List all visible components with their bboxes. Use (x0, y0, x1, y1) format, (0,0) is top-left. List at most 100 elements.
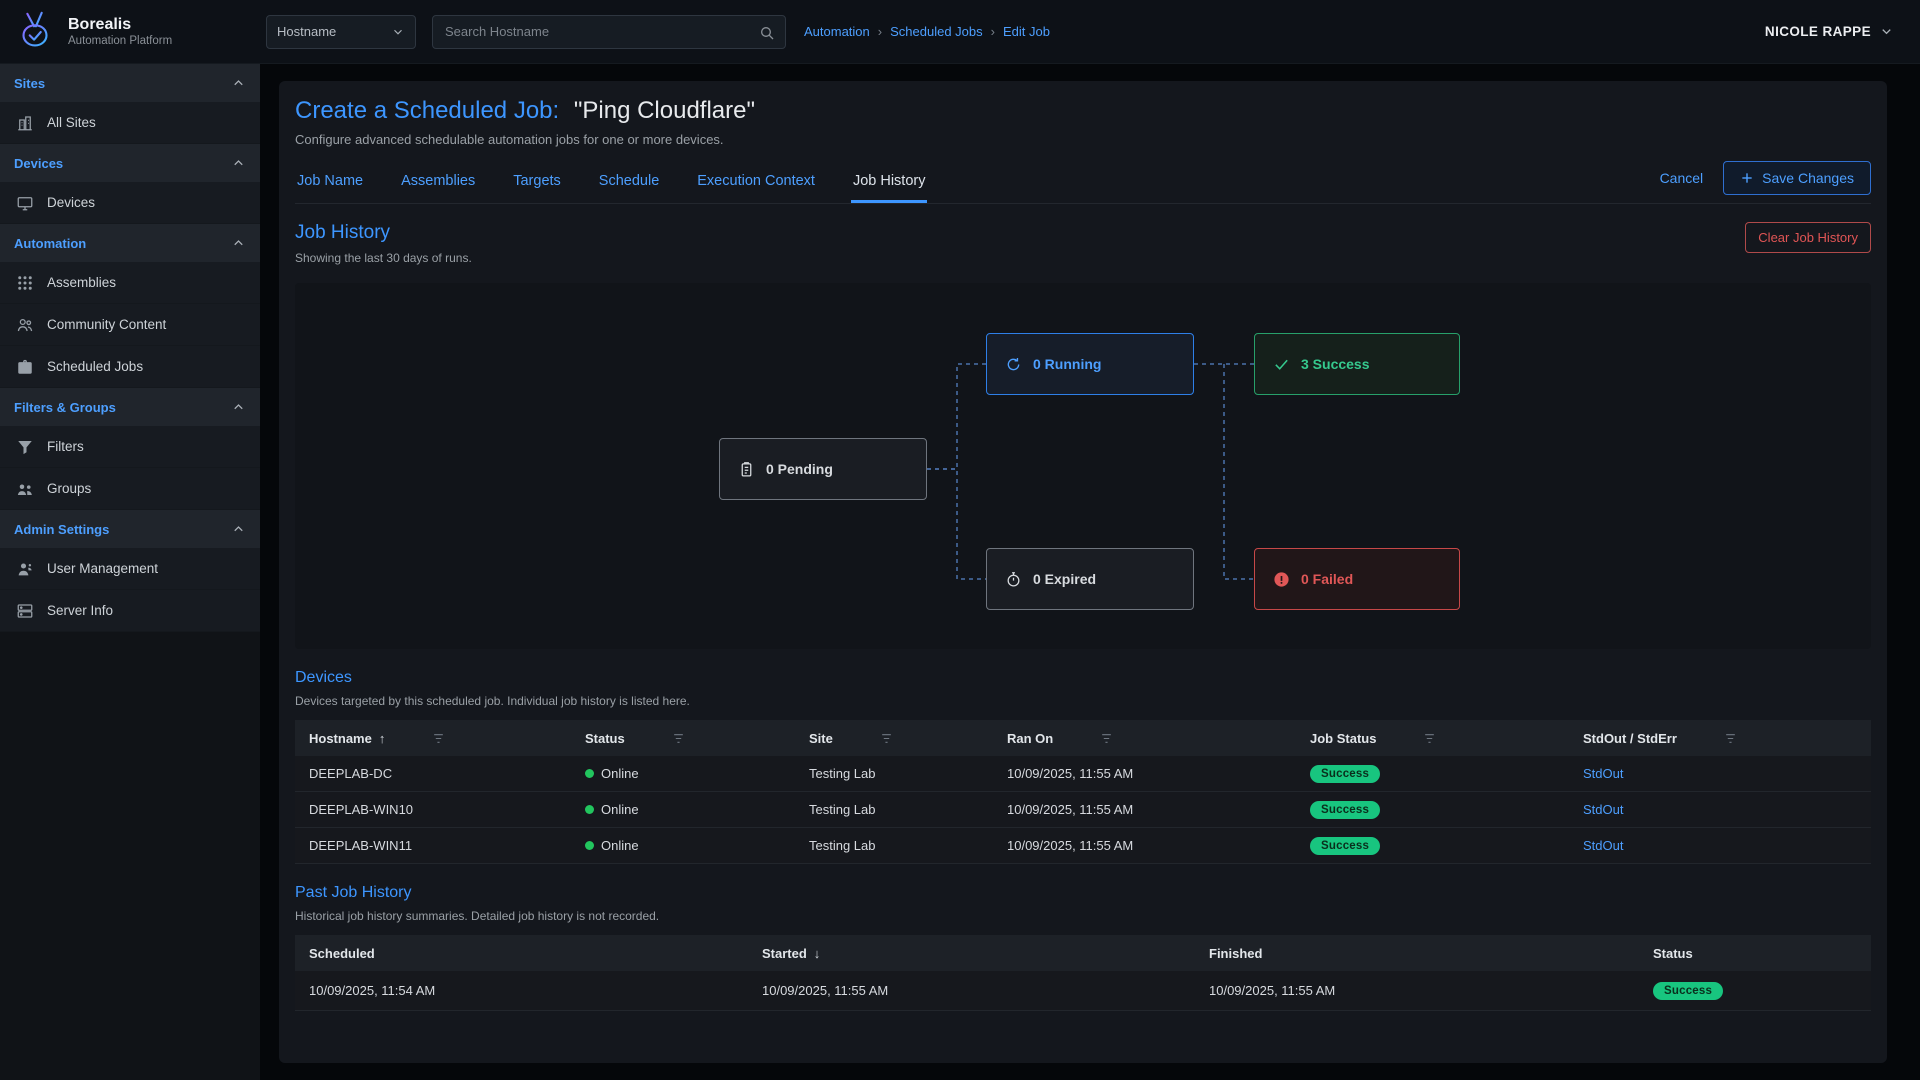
devices-heading: Devices (295, 669, 690, 687)
devices-subheading: Devices targeted by this scheduled job. … (295, 694, 690, 708)
server-icon (16, 602, 34, 620)
ran-on-cell: 10/09/2025, 11:55 AM (993, 766, 1296, 781)
sidebar-item-label: Assemblies (47, 275, 116, 290)
tab-targets[interactable]: Targets (511, 167, 563, 203)
save-changes-button[interactable]: Save Changes (1723, 161, 1871, 195)
sidebar-item-community-content[interactable]: Community Content (0, 304, 260, 346)
site-cell: Testing Lab (795, 766, 993, 781)
sidebar-item-user-management[interactable]: User Management (0, 548, 260, 590)
tabs: Job Name Assemblies Targets Schedule Exe… (295, 167, 927, 203)
breadcrumb-separator: › (878, 24, 882, 39)
ran-on-cell: 10/09/2025, 11:55 AM (993, 838, 1296, 853)
tab-actions: Cancel Save Changes (1660, 161, 1871, 203)
breadcrumb-edit-job[interactable]: Edit Job (1003, 24, 1050, 39)
table-row[interactable]: DEEPLAB-WIN11 Online Testing Lab 10/09/2… (295, 828, 1871, 864)
stdout-link[interactable]: StdOut (1583, 802, 1623, 817)
tab-job-name[interactable]: Job Name (295, 167, 365, 203)
stdout-cell: StdOut (1569, 838, 1871, 853)
sidebar-item-all-sites[interactable]: All Sites (0, 102, 260, 144)
borealis-logo-icon (12, 9, 58, 55)
state-success[interactable]: 3 Success (1254, 333, 1460, 395)
job-state-diagram: 0 Pending 0 Running 3 Success 0 Expired … (295, 283, 1871, 649)
past-history-heading-wrap: Past Job History Historical job history … (295, 884, 659, 923)
state-expired[interactable]: 0 Expired (986, 548, 1194, 610)
filter-funnel-icon[interactable] (1100, 732, 1113, 745)
col-site[interactable]: Site (795, 731, 993, 746)
tab-execution-context[interactable]: Execution Context (695, 167, 817, 203)
sidebar-item-scheduled-jobs[interactable]: Scheduled Jobs (0, 346, 260, 388)
building-icon (16, 114, 34, 132)
col-stdout-stderr[interactable]: StdOut / StdErr (1569, 731, 1871, 746)
hostname-select-value: Hostname (277, 24, 336, 39)
sidebar-item-label: User Management (47, 561, 158, 576)
sort-asc-icon[interactable]: ↑ (379, 731, 386, 746)
col-status[interactable]: Status (1639, 946, 1871, 961)
cancel-button[interactable]: Cancel (1660, 170, 1704, 186)
filter-funnel-icon[interactable] (432, 732, 445, 745)
table-row[interactable]: 10/09/2025, 11:54 AM 10/09/2025, 11:55 A… (295, 971, 1871, 1011)
sidebar-item-server-info[interactable]: Server Info (0, 590, 260, 632)
user-menu[interactable]: NICOLE RAPPE (1765, 24, 1894, 39)
col-started[interactable]: Started ↓ (748, 946, 1195, 961)
filter-funnel-icon[interactable] (1423, 732, 1436, 745)
sidebar-item-label: Scheduled Jobs (47, 359, 143, 374)
tab-job-history[interactable]: Job History (851, 167, 928, 203)
filter-funnel-icon[interactable] (880, 732, 893, 745)
sidebar-item-label: Devices (47, 195, 95, 210)
search-icon[interactable] (759, 25, 775, 41)
stdout-cell: StdOut (1569, 802, 1871, 817)
table-row[interactable]: DEEPLAB-WIN10 Online Testing Lab 10/09/2… (295, 792, 1871, 828)
col-ran-on[interactable]: Ran On (993, 731, 1296, 746)
search-input[interactable] (433, 24, 785, 39)
page-title-prefix: Create a Scheduled Job: (295, 97, 559, 124)
section-label: Filters & Groups (14, 400, 116, 415)
state-success-label: 3 Success (1301, 356, 1370, 372)
stdout-link[interactable]: StdOut (1583, 838, 1623, 853)
tab-schedule[interactable]: Schedule (597, 167, 661, 203)
site-cell: Testing Lab (795, 838, 993, 853)
hostname-select[interactable]: Hostname (266, 15, 416, 49)
sort-desc-icon[interactable]: ↓ (814, 946, 821, 961)
col-status[interactable]: Status (571, 731, 795, 746)
sidebar-section-filters-groups[interactable]: Filters & Groups (0, 388, 260, 426)
status-cell: Online (571, 838, 795, 853)
col-finished[interactable]: Finished (1195, 946, 1639, 961)
col-scheduled[interactable]: Scheduled (295, 946, 748, 961)
grid-icon (16, 274, 34, 292)
stdout-cell: StdOut (1569, 766, 1871, 781)
filter-funnel-icon[interactable] (672, 732, 685, 745)
sidebar-item-devices[interactable]: Devices (0, 182, 260, 224)
plus-icon (1740, 171, 1754, 185)
filter-funnel-icon[interactable] (1724, 732, 1737, 745)
job-status-cell: Success (1296, 801, 1569, 819)
sidebar-item-groups[interactable]: Groups (0, 468, 260, 510)
state-pending[interactable]: 0 Pending (719, 438, 927, 500)
sidebar: Sites All Sites Devices Devices Automati… (0, 64, 260, 1080)
table-row[interactable]: DEEPLAB-DC Online Testing Lab 10/09/2025… (295, 756, 1871, 792)
devices-icon (16, 194, 34, 212)
state-pending-label: 0 Pending (766, 461, 833, 477)
sidebar-item-assemblies[interactable]: Assemblies (0, 262, 260, 304)
job-history-header: Job History Showing the last 30 days of … (295, 222, 1871, 265)
breadcrumb-automation[interactable]: Automation (804, 24, 870, 39)
breadcrumb-scheduled-jobs[interactable]: Scheduled Jobs (890, 24, 983, 39)
stdout-link[interactable]: StdOut (1583, 766, 1623, 781)
col-job-status[interactable]: Job Status (1296, 731, 1569, 746)
state-expired-label: 0 Expired (1033, 571, 1096, 587)
sidebar-section-automation[interactable]: Automation (0, 224, 260, 262)
sidebar-item-label: Filters (47, 439, 84, 454)
sidebar-section-admin-settings[interactable]: Admin Settings (0, 510, 260, 548)
people-icon (16, 316, 34, 334)
sidebar-section-sites[interactable]: Sites (0, 64, 260, 102)
col-hostname[interactable]: Hostname ↑ (295, 731, 571, 746)
status-cell: Online (571, 766, 795, 781)
sidebar-section-devices[interactable]: Devices (0, 144, 260, 182)
devices-header: Devices Devices targeted by this schedul… (295, 669, 1871, 708)
clear-job-history-button[interactable]: Clear Job History (1745, 222, 1871, 253)
state-running[interactable]: 0 Running (986, 333, 1194, 395)
state-failed[interactable]: 0 Failed (1254, 548, 1460, 610)
tab-assemblies[interactable]: Assemblies (399, 167, 477, 203)
chevron-up-icon (231, 76, 246, 91)
hostname-search (432, 15, 786, 49)
sidebar-item-filters[interactable]: Filters (0, 426, 260, 468)
